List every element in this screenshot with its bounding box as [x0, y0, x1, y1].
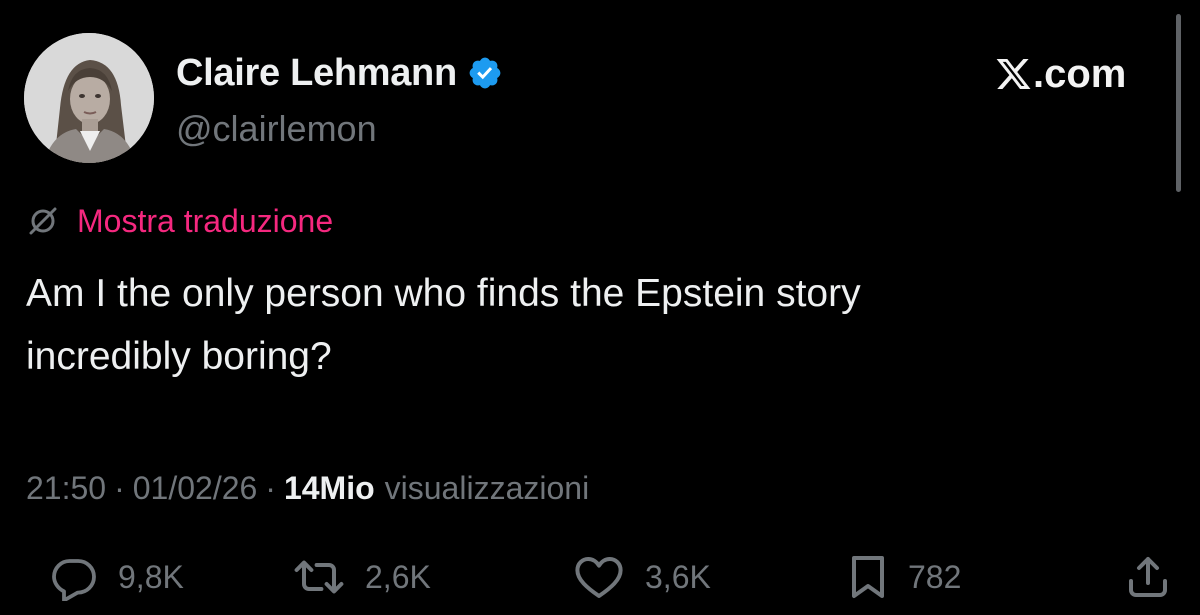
bookmark-button[interactable]: 782 [848, 551, 961, 603]
reply-count: 9,8K [118, 558, 184, 595]
heart-icon [575, 557, 623, 598]
views-label: visualizzazioni [384, 469, 590, 506]
tweet-time[interactable]: 21:50 [26, 470, 106, 507]
tweet-text: Am I the only person who finds the Epste… [26, 262, 1146, 388]
tweet-text-line: Am I the only person who finds the Epste… [26, 272, 861, 315]
meta-separator: · [114, 469, 125, 506]
translate-row[interactable]: Mostra traduzione [26, 201, 333, 241]
bookmark-icon [852, 556, 884, 598]
avatar-image [24, 33, 154, 163]
verified-badge-icon [469, 57, 501, 89]
reply-button[interactable]: 9,8K [50, 551, 184, 603]
x-logo-icon [996, 59, 1031, 89]
reply-icon [52, 559, 96, 601]
site-domain-label: .com [1033, 51, 1127, 96]
views-count: 14Mio [283, 469, 375, 506]
site-label: .com [996, 51, 1126, 97]
repost-count: 2,6K [365, 558, 431, 595]
tweet-text-line: incredibly boring? [26, 335, 332, 378]
author-display-name[interactable]: Claire Lehmann [176, 52, 457, 95]
meta-separator: · [265, 469, 276, 506]
tweet-meta: 21:50 · 01/02/26 · 14Mio visualizzazioni [26, 466, 589, 510]
scrollbar[interactable] [1176, 14, 1181, 192]
bookmark-count: 782 [908, 558, 962, 595]
share-icon [1129, 557, 1167, 597]
like-count: 3,6K [645, 558, 711, 595]
tweet-date[interactable]: 01/02/26 [133, 470, 258, 507]
globe-off-icon [29, 207, 57, 235]
repost-button[interactable]: 2,6K [293, 551, 431, 603]
author-handle[interactable]: @clairlemon [176, 108, 377, 150]
repost-icon [294, 560, 344, 594]
share-button[interactable] [1124, 551, 1172, 603]
show-translation-link[interactable]: Mostra traduzione [77, 203, 333, 240]
avatar[interactable] [24, 33, 154, 163]
like-button[interactable]: 3,6K [573, 551, 711, 603]
author-name-row[interactable]: Claire Lehmann [176, 50, 503, 96]
